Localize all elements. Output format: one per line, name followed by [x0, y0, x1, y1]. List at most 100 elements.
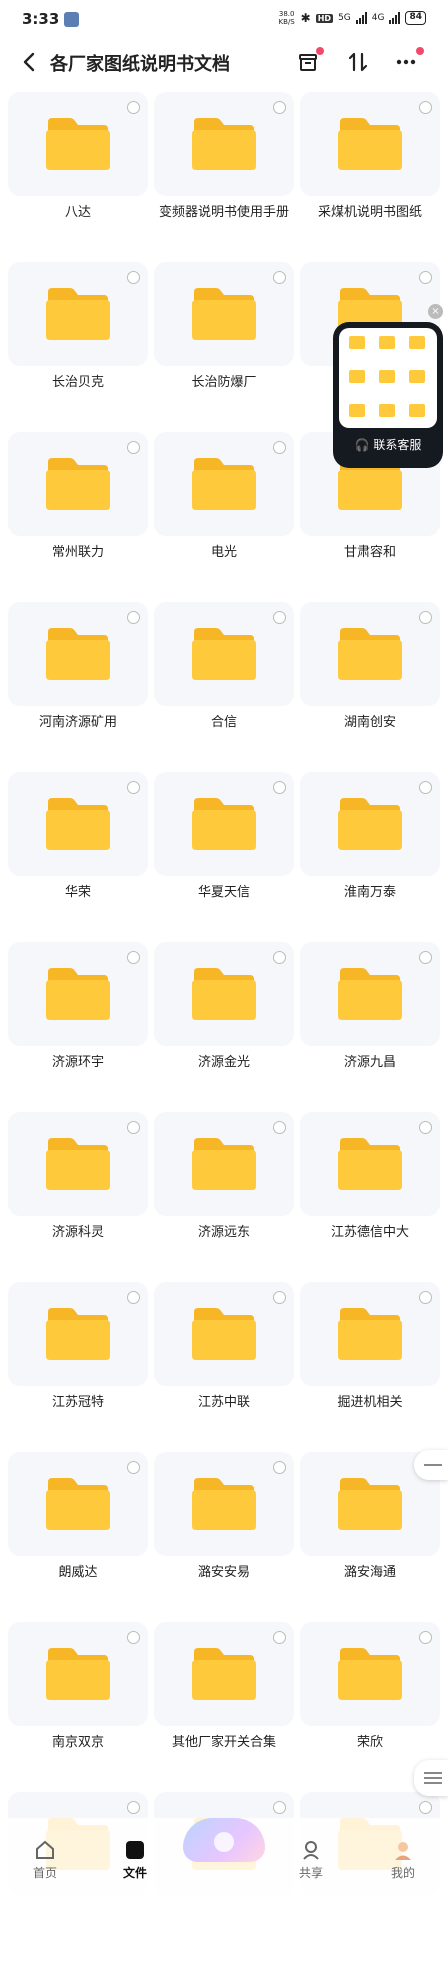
folder-card[interactable]: [300, 1112, 440, 1216]
folder-card[interactable]: [300, 1622, 440, 1726]
folder-item[interactable]: 朗威达: [8, 1452, 148, 1622]
folder-card[interactable]: [300, 772, 440, 876]
select-checkbox[interactable]: [273, 1461, 286, 1474]
tab-mine[interactable]: 我的: [368, 1838, 438, 1881]
folder-item[interactable]: 长治贝克: [8, 262, 148, 432]
folder-card[interactable]: [300, 602, 440, 706]
select-checkbox[interactable]: [273, 951, 286, 964]
folder-card[interactable]: [8, 1622, 148, 1726]
select-checkbox[interactable]: [127, 101, 140, 114]
folder-card[interactable]: [154, 772, 294, 876]
select-checkbox[interactable]: [127, 1291, 140, 1304]
select-checkbox[interactable]: [127, 441, 140, 454]
folder-item[interactable]: 济源科灵: [8, 1112, 148, 1282]
folder-card[interactable]: [154, 1622, 294, 1726]
select-checkbox[interactable]: [419, 1121, 432, 1134]
folder-name: 江苏德信中大: [330, 1225, 409, 1240]
select-checkbox[interactable]: [127, 781, 140, 794]
select-checkbox[interactable]: [419, 951, 432, 964]
folder-card[interactable]: [154, 92, 294, 196]
select-checkbox[interactable]: [273, 781, 286, 794]
folder-item[interactable]: 电光: [154, 432, 294, 602]
folder-item[interactable]: 济源金光: [154, 942, 294, 1112]
select-checkbox[interactable]: [273, 101, 286, 114]
select-checkbox[interactable]: [419, 1801, 432, 1814]
select-checkbox[interactable]: [127, 611, 140, 624]
customer-service-widget[interactable]: 🎧 联系客服: [333, 322, 443, 468]
select-checkbox[interactable]: [127, 1631, 140, 1644]
sort-button[interactable]: [344, 48, 372, 76]
folder-card[interactable]: [154, 1452, 294, 1556]
folder-card[interactable]: [154, 942, 294, 1046]
side-drawer-handle[interactable]: [414, 1450, 448, 1480]
select-checkbox[interactable]: [127, 1121, 140, 1134]
folder-card[interactable]: [300, 92, 440, 196]
folder-item[interactable]: 合信: [154, 602, 294, 772]
folder-card[interactable]: [154, 602, 294, 706]
folder-item[interactable]: 湖南创安: [300, 602, 440, 772]
select-checkbox[interactable]: [419, 781, 432, 794]
folder-card[interactable]: [300, 942, 440, 1046]
folder-card[interactable]: [8, 92, 148, 196]
folder-item[interactable]: 江苏中联: [154, 1282, 294, 1452]
folder-item[interactable]: 采煤机说明书图纸: [300, 92, 440, 262]
close-icon[interactable]: ×: [428, 304, 443, 319]
select-checkbox[interactable]: [419, 1631, 432, 1644]
side-menu-handle[interactable]: [414, 1760, 448, 1796]
select-checkbox[interactable]: [127, 951, 140, 964]
folder-item[interactable]: 江苏德信中大: [300, 1112, 440, 1282]
select-checkbox[interactable]: [419, 271, 432, 284]
folder-item[interactable]: 华荣: [8, 772, 148, 942]
folder-item[interactable]: 八达: [8, 92, 148, 262]
folder-card[interactable]: [8, 432, 148, 536]
select-checkbox[interactable]: [273, 271, 286, 284]
tab-home[interactable]: 首页: [10, 1838, 80, 1881]
folder-card[interactable]: [8, 772, 148, 876]
select-checkbox[interactable]: [127, 1801, 140, 1814]
folder-card[interactable]: [8, 262, 148, 366]
select-checkbox[interactable]: [127, 271, 140, 284]
folder-item[interactable]: 济源环宇: [8, 942, 148, 1112]
folder-item[interactable]: 掘进机相关: [300, 1282, 440, 1452]
transfer-box-button[interactable]: [294, 47, 324, 76]
folder-item[interactable]: 潞安海通: [300, 1452, 440, 1622]
folder-item[interactable]: 其他厂家开关合集: [154, 1622, 294, 1792]
folder-card[interactable]: [8, 1452, 148, 1556]
folder-card[interactable]: [154, 1282, 294, 1386]
folder-item[interactable]: 常州联力: [8, 432, 148, 602]
folder-card[interactable]: [300, 1282, 440, 1386]
select-checkbox[interactable]: [419, 101, 432, 114]
select-checkbox[interactable]: [273, 1291, 286, 1304]
folder-item[interactable]: 江苏冠特: [8, 1282, 148, 1452]
tab-share[interactable]: 共享: [276, 1838, 346, 1881]
folder-card[interactable]: [8, 602, 148, 706]
select-checkbox[interactable]: [273, 1121, 286, 1134]
folder-card[interactable]: [8, 1112, 148, 1216]
folder-item[interactable]: 南京双京: [8, 1622, 148, 1792]
folder-card[interactable]: [154, 1112, 294, 1216]
folder-card[interactable]: [154, 262, 294, 366]
contact-service-button[interactable]: 🎧 联系客服: [333, 436, 443, 453]
folder-item[interactable]: 华夏天信: [154, 772, 294, 942]
folder-card[interactable]: [154, 432, 294, 536]
folder-card[interactable]: [8, 942, 148, 1046]
select-checkbox[interactable]: [273, 1801, 286, 1814]
folder-item[interactable]: 河南济源矿用: [8, 602, 148, 772]
folder-item[interactable]: 潞安安易: [154, 1452, 294, 1622]
folder-item[interactable]: 济源远东: [154, 1112, 294, 1282]
back-icon[interactable]: [16, 48, 44, 76]
folder-card[interactable]: [8, 1282, 148, 1386]
select-checkbox[interactable]: [127, 1461, 140, 1474]
folder-item[interactable]: 淮南万泰: [300, 772, 440, 942]
select-checkbox[interactable]: [419, 1291, 432, 1304]
select-checkbox[interactable]: [273, 611, 286, 624]
select-checkbox[interactable]: [419, 611, 432, 624]
more-button[interactable]: [392, 47, 424, 76]
select-checkbox[interactable]: [273, 1631, 286, 1644]
folder-item[interactable]: 变频器说明书使用手册: [154, 92, 294, 262]
tab-ai-assistant[interactable]: [180, 1818, 268, 1862]
folder-item[interactable]: 济源九昌: [300, 942, 440, 1112]
tab-files[interactable]: 文件: [100, 1838, 170, 1881]
folder-item[interactable]: 长治防爆厂: [154, 262, 294, 432]
select-checkbox[interactable]: [273, 441, 286, 454]
